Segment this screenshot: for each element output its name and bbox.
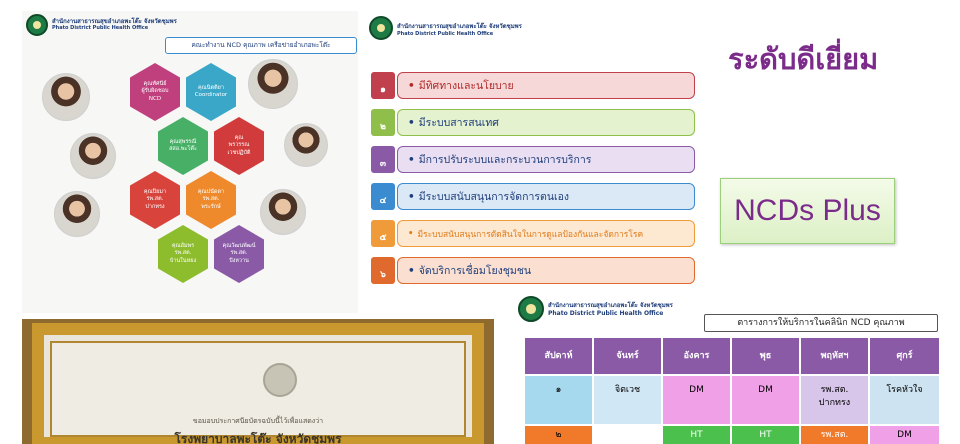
- component-row: ๓ • มีการปรับระบบและกระบวนการบริการ: [371, 146, 695, 173]
- certificate-text: ขอมอบประกาศนียบัตรฉบับนี้ไว้เพื่อแสดงว่า: [192, 417, 324, 425]
- column-header: จันทร์: [594, 338, 663, 376]
- table-cell: ๑: [525, 376, 594, 426]
- component-label: มีการปรับระบบและกระบวนการบริการ: [418, 154, 592, 166]
- ncds-plus-badge: NCDs Plus: [720, 178, 895, 244]
- table-cell: HT: [663, 426, 732, 444]
- member-photo: [260, 189, 306, 235]
- component-label: มีระบบสนับสนุนการจัดการตนเอง: [418, 191, 570, 203]
- certificate-recipient: โรงพยาบาลพะโต๊ะ จังหวัดชุมพร: [174, 432, 342, 444]
- column-header: พุธ: [732, 338, 801, 376]
- table-cell: HT: [732, 426, 801, 444]
- bullet-icon: •: [408, 116, 415, 129]
- table-cell: รพ.สต. ปากทรง: [801, 376, 870, 426]
- component-label: มีระบบสารสนเทศ: [418, 117, 499, 129]
- bullet-icon: •: [408, 264, 415, 277]
- bullet-icon: •: [408, 228, 414, 239]
- component-number: ๓: [371, 146, 395, 173]
- table-cell: ๒: [525, 426, 594, 444]
- member-photo: [70, 133, 116, 179]
- schedule-title: ตารางการให้บริการในคลินิก NCD คุณภาพ: [704, 314, 938, 332]
- org-name-english: Phato District Public Health Office: [397, 31, 494, 37]
- component-row: ๑ • มีทิศทางและนโยบาย: [371, 72, 695, 99]
- org-name-english: Phato District Public Health Office: [52, 25, 149, 31]
- team-member-hex: คุณทัศนีย์ ผู้รับผิดชอบ NCD: [130, 63, 180, 121]
- org-name-thai: สำนักงานสาธารณสุขอำเภอพะโต๊ะ จังหวัดชุมพ…: [548, 302, 673, 309]
- components-slide-header: สำนักงานสาธารณสุขอำเภอพะโต๊ะ จังหวัดชุมพ…: [365, 11, 700, 41]
- table-header-row: สัปดาห์ จันทร์ อังคาร พุธ พฤหัสฯ ศุกร์: [525, 338, 939, 376]
- team-slide: สำนักงานสาธารณสุขอำเภอพะโต๊ะ จังหวัดชุมพ…: [22, 11, 358, 313]
- schedule-slide: สำนักงานสาธารณสุขอำเภอพะโต๊ะ จังหวัดชุมพ…: [514, 292, 940, 444]
- ministry-seal-icon: [263, 363, 297, 397]
- component-number: ๕: [371, 220, 395, 247]
- component-bar: • มีทิศทางและนโยบาย: [397, 72, 695, 99]
- team-member-hex: คุณนิตติยา Coordinator: [186, 63, 236, 121]
- component-label: มีทิศทางและนโยบาย: [418, 80, 514, 92]
- component-label: จัดบริการเชื่อมโยงชุมชน: [418, 265, 532, 277]
- health-office-logo-icon: [369, 16, 393, 40]
- component-row: ๔ • มีระบบสนับสนุนการจัดการตนเอง: [371, 183, 695, 210]
- components-slide: สำนักงานสาธารณสุขอำเภอพะโต๊ะ จังหวัดชุมพ…: [365, 11, 700, 294]
- team-member-hex: คุณอัมพร รพ.สต. บ้านในหยง: [158, 225, 208, 283]
- member-photo: [248, 59, 298, 109]
- column-header: ศุกร์: [870, 338, 939, 376]
- excellence-level-title: ระดับดีเยี่ยม: [728, 42, 879, 76]
- schedule-table: สัปดาห์ จันทร์ อังคาร พุธ พฤหัสฯ ศุกร์ ๑…: [525, 338, 939, 444]
- component-number: ๑: [371, 72, 395, 99]
- table-cell: DM: [732, 376, 801, 426]
- bullet-icon: •: [408, 79, 415, 92]
- column-header: พฤหัสฯ: [801, 338, 870, 376]
- component-bar: • จัดบริการเชื่อมโยงชุมชน: [397, 257, 695, 284]
- component-number: ๒: [371, 109, 395, 136]
- table-cell: โรคหัวใจ: [870, 376, 939, 426]
- component-row: ๒ • มีระบบสารสนเทศ: [371, 109, 695, 136]
- member-photo: [54, 191, 100, 237]
- member-photo: [42, 73, 90, 121]
- table-cell: รพ.สต.: [801, 426, 870, 444]
- team-member-hex: คุณปิยมา รพ.สต. ปากทรง: [130, 171, 180, 229]
- component-bar: • มีการปรับระบบและกระบวนการบริการ: [397, 146, 695, 173]
- table-cell: DM: [663, 376, 732, 426]
- table-cell: DM: [870, 426, 939, 444]
- component-label: มีระบบสนับสนุนการตัดสินใจในการดูแลป้องกั…: [417, 229, 644, 240]
- team-member-hex: คุณวัฒนพัฒน์ รพ.สต. ปังหวาน: [214, 225, 264, 283]
- org-name-thai: สำนักงานสาธารณสุขอำเภอพะโต๊ะ จังหวัดชุมพ…: [397, 23, 522, 30]
- team-member-hex: คุณสุพรรณี สสอ.พะโต๊ะ: [158, 117, 208, 175]
- team-member-hex: คุณปนัดดา รพ.สต. พระรักษ์: [186, 171, 236, 229]
- component-row: ๖ • จัดบริการเชื่อมโยงชุมชน: [371, 257, 695, 284]
- component-number: ๔: [371, 183, 395, 210]
- table-cell: [594, 426, 663, 444]
- table-cell: จิตเวช: [594, 376, 663, 426]
- component-bar: • มีระบบสารสนเทศ: [397, 109, 695, 136]
- certificate-frame: ขอมอบประกาศนียบัตรฉบับนี้ไว้เพื่อแสดงว่า…: [32, 323, 484, 444]
- component-bar: • มีระบบสนับสนุนการจัดการตนเอง: [397, 183, 695, 210]
- table-row: ๒ HT HT รพ.สต. DM: [525, 426, 939, 444]
- component-number: ๖: [371, 257, 395, 284]
- team-slide-title: คณะทำงาน NCD คุณภาพ เครือข่ายอำเภอพะโต๊ะ: [165, 37, 357, 54]
- health-office-logo-icon: [518, 296, 544, 322]
- team-member-hex: คุณ พรวรรณ เวชปฏิบัติ: [214, 117, 264, 175]
- column-header: สัปดาห์: [525, 338, 594, 376]
- table-row: ๑ จิตเวช DM DM รพ.สต. ปากทรง โรคหัวใจ: [525, 376, 939, 426]
- bullet-icon: •: [408, 153, 415, 166]
- health-office-logo-icon: [26, 14, 48, 36]
- org-name-english: Phato District Public Health Office: [548, 310, 664, 317]
- certificate-paper: ขอมอบประกาศนียบัตรฉบับนี้ไว้เพื่อแสดงว่า…: [50, 341, 466, 444]
- certificate-photo: ขอมอบประกาศนียบัตรฉบับนี้ไว้เพื่อแสดงว่า…: [22, 319, 494, 444]
- member-photo: [284, 123, 328, 167]
- component-row: ๕ • มีระบบสนับสนุนการตัดสินใจในการดูแลป้…: [371, 220, 695, 247]
- bullet-icon: •: [408, 190, 415, 203]
- column-header: อังคาร: [663, 338, 732, 376]
- component-bar: • มีระบบสนับสนุนการตัดสินใจในการดูแลป้อง…: [397, 220, 695, 247]
